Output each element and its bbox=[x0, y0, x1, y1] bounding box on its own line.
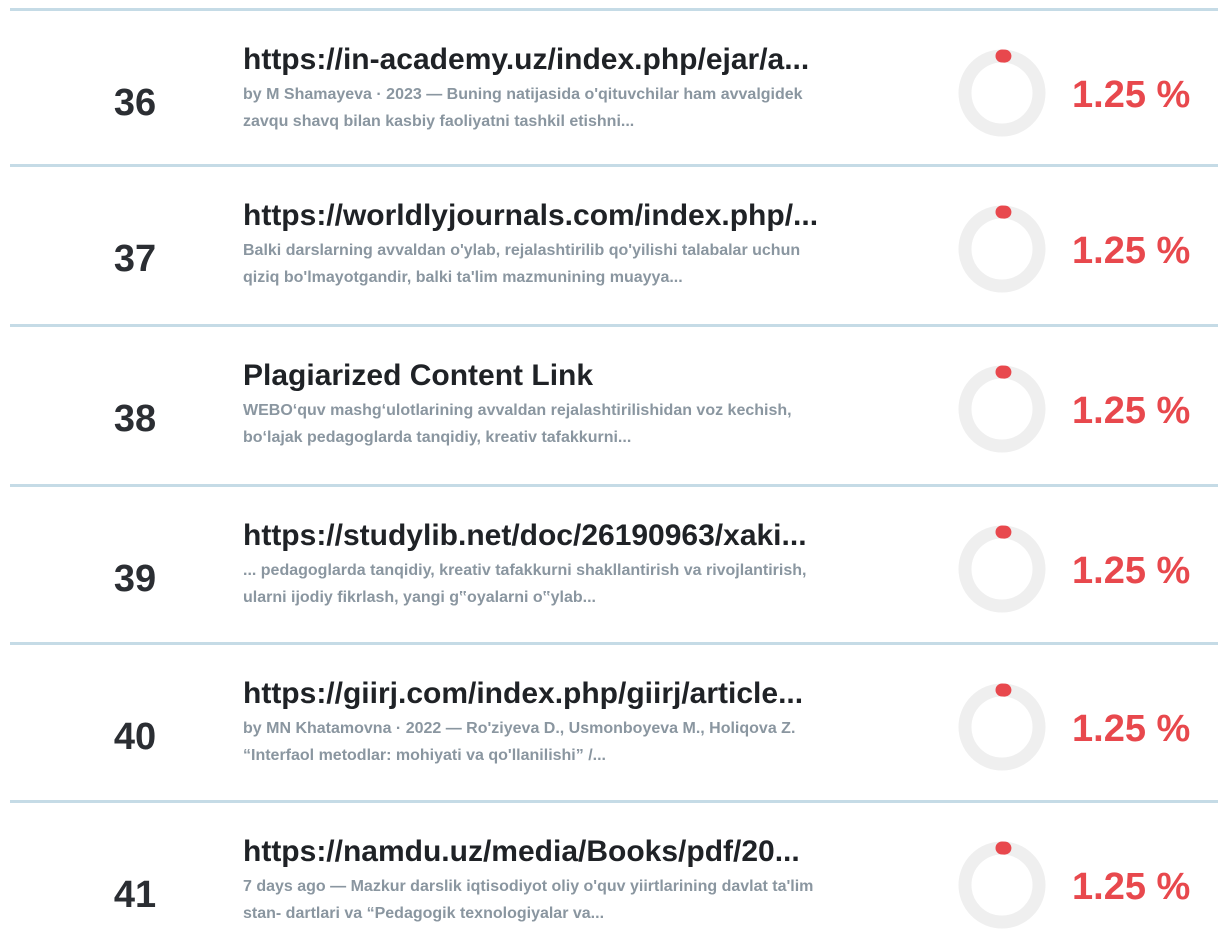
match-gauge-icon bbox=[958, 205, 1046, 293]
gauge-track bbox=[958, 683, 1046, 771]
gauge-track bbox=[958, 841, 1046, 929]
result-info: https://studylib.net/doc/26190963/xaki..… bbox=[243, 517, 843, 611]
gauge-track bbox=[958, 49, 1046, 137]
result-number: 36 bbox=[113, 82, 157, 124]
result-link[interactable]: https://giirj.com/index.php/giirj/articl… bbox=[243, 675, 843, 713]
result-snippet: WEBO‘quv mashg‘ulotlarining avvaldan rej… bbox=[243, 402, 792, 446]
result-info: https://namdu.uz/media/Books/pdf/20... 7… bbox=[243, 833, 843, 927]
result-snippet: by M Shamayeva · 2023 — Buning natijasid… bbox=[243, 86, 803, 130]
match-gauge-icon bbox=[958, 49, 1046, 137]
match-percent: 1.25 % bbox=[1072, 550, 1191, 592]
match-percent: 1.25 % bbox=[1072, 230, 1191, 272]
result-number: 41 bbox=[113, 874, 157, 916]
result-link[interactable]: https://namdu.uz/media/Books/pdf/20... bbox=[243, 833, 843, 871]
result-info: https://worldlyjournals.com/index.php/..… bbox=[243, 197, 843, 291]
result-link[interactable]: https://in-academy.uz/index.php/ejar/a..… bbox=[243, 41, 843, 79]
result-snippet: ... pedagoglarda tanqidiy, kreativ tafak… bbox=[243, 562, 807, 606]
result-link[interactable]: https://worldlyjournals.com/index.php/..… bbox=[243, 197, 843, 235]
result-number: 38 bbox=[113, 398, 157, 440]
result-number: 39 bbox=[113, 558, 157, 600]
match-gauge-icon bbox=[958, 841, 1046, 929]
gauge-track bbox=[958, 525, 1046, 613]
result-row: 36 https://in-academy.uz/index.php/ejar/… bbox=[10, 11, 1218, 167]
result-number: 37 bbox=[113, 238, 157, 280]
result-snippet: by MN Khatamovna · 2022 — Ro'ziyeva D., … bbox=[243, 720, 796, 764]
result-snippet: Balki darslarning avvaldan o'ylab, rejal… bbox=[243, 242, 801, 286]
gauge-track bbox=[958, 365, 1046, 453]
gauge-track bbox=[958, 205, 1046, 293]
plagiarism-results-list: 36 https://in-academy.uz/index.php/ejar/… bbox=[0, 0, 1220, 930]
result-row: 41 https://namdu.uz/media/Books/pdf/20..… bbox=[10, 803, 1218, 930]
match-percent: 1.25 % bbox=[1072, 390, 1191, 432]
result-info: https://in-academy.uz/index.php/ejar/a..… bbox=[243, 41, 843, 135]
match-gauge-icon bbox=[958, 365, 1046, 453]
result-row: 40 https://giirj.com/index.php/giirj/art… bbox=[10, 645, 1218, 801]
result-link[interactable]: https://studylib.net/doc/26190963/xaki..… bbox=[243, 517, 843, 555]
result-row: 39 https://studylib.net/doc/26190963/xak… bbox=[10, 487, 1218, 643]
result-info: Plagiarized Content Link WEBO‘quv mashg‘… bbox=[243, 357, 843, 451]
result-row: 37 https://worldlyjournals.com/index.php… bbox=[10, 167, 1218, 323]
result-snippet: 7 days ago — Mazkur darslik iqtisodiyot … bbox=[243, 878, 814, 922]
match-percent: 1.25 % bbox=[1072, 74, 1191, 116]
result-link[interactable]: Plagiarized Content Link bbox=[243, 357, 843, 395]
match-gauge-icon bbox=[958, 683, 1046, 771]
result-row: 38 Plagiarized Content Link WEBO‘quv mas… bbox=[10, 327, 1218, 483]
result-info: https://giirj.com/index.php/giirj/articl… bbox=[243, 675, 843, 769]
match-gauge-icon bbox=[958, 525, 1046, 613]
match-percent: 1.25 % bbox=[1072, 708, 1191, 750]
match-percent: 1.25 % bbox=[1072, 866, 1191, 908]
result-number: 40 bbox=[113, 716, 157, 758]
